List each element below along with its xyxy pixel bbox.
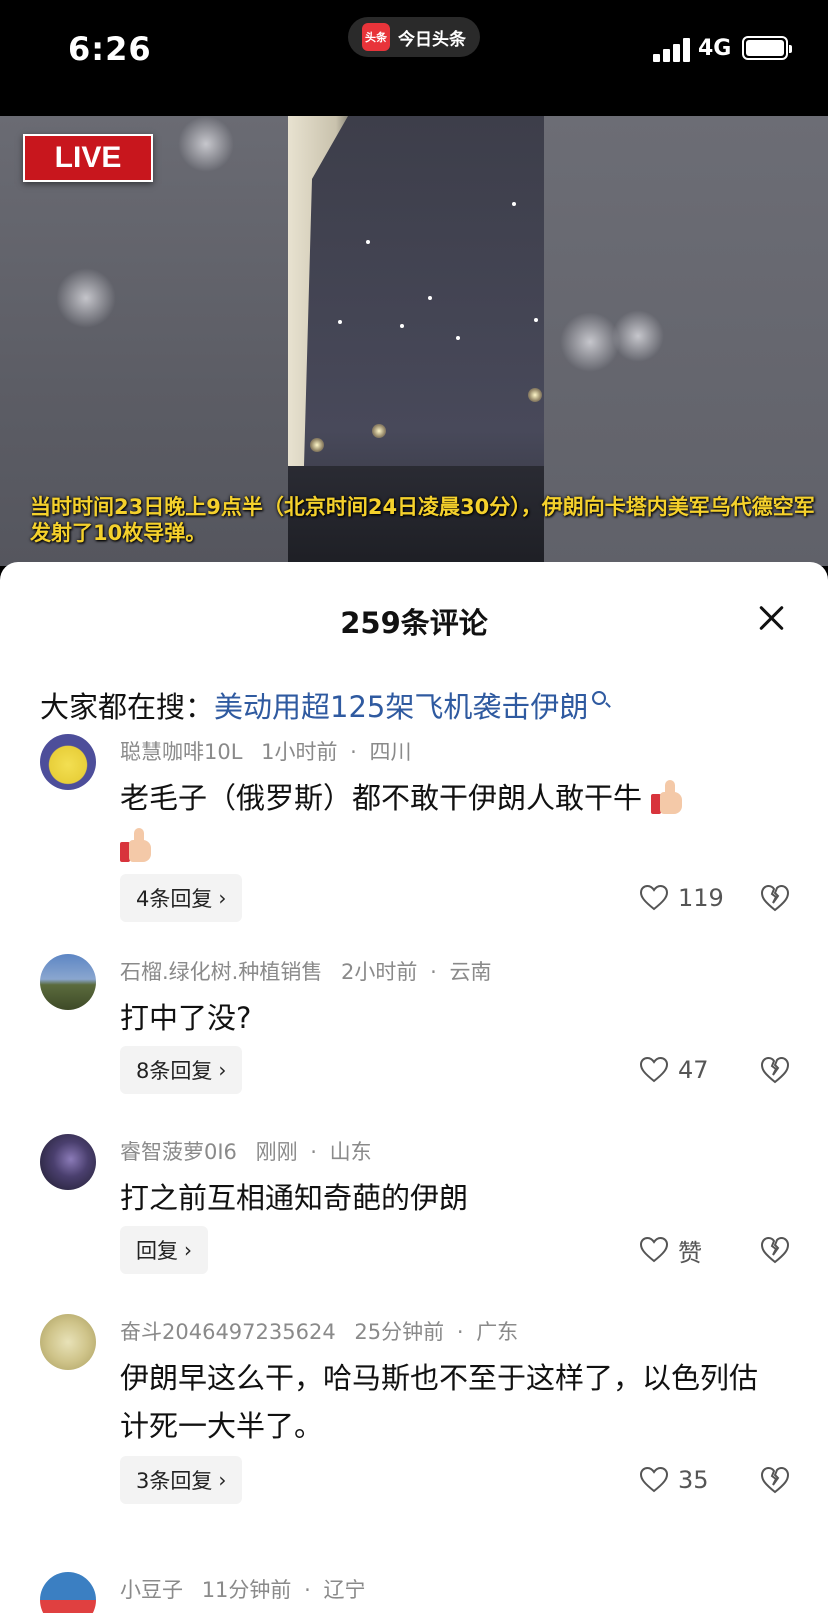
comment-location: 辽宁 bbox=[323, 1578, 366, 1602]
signal-icon bbox=[653, 38, 691, 62]
like-count: 赞 bbox=[678, 1238, 702, 1267]
comment-meta: 石榴.绿化树.种植销售 2小时前 · 云南 bbox=[120, 960, 492, 984]
comment-time: 1小时前 bbox=[261, 740, 338, 764]
light-glow bbox=[178, 116, 234, 172]
network-type: 4G bbox=[698, 36, 732, 61]
trending-search: 大家都在搜：美动用超125架飞机袭击伊朗 bbox=[40, 684, 607, 726]
battery-icon bbox=[742, 36, 792, 60]
heart-icon bbox=[640, 1057, 668, 1083]
like-button[interactable]: 119 bbox=[640, 874, 724, 922]
chevron-right-icon: › bbox=[218, 1468, 227, 1492]
missile-dot bbox=[338, 320, 342, 324]
thumbs-up-icon bbox=[651, 780, 685, 814]
comment-username[interactable]: 石榴.绿化树.种植销售 bbox=[120, 960, 322, 984]
heart-icon bbox=[640, 1237, 668, 1263]
avatar[interactable] bbox=[40, 954, 96, 1010]
avatar[interactable] bbox=[40, 1314, 96, 1370]
like-button[interactable]: 赞 bbox=[640, 1226, 702, 1274]
light-glow bbox=[612, 310, 664, 362]
trending-search-label: 大家都在搜： bbox=[40, 690, 215, 724]
comment-time: 25分钟前 bbox=[354, 1320, 445, 1344]
missile-dot bbox=[512, 202, 516, 206]
like-button[interactable]: 47 bbox=[640, 1046, 709, 1094]
comment-location: 云南 bbox=[449, 960, 492, 984]
like-count: 35 bbox=[678, 1466, 709, 1494]
status-time: 6:26 bbox=[68, 30, 152, 68]
comment-username[interactable]: 奋斗2046497235624 bbox=[120, 1320, 336, 1344]
comment-location: 四川 bbox=[369, 740, 412, 764]
comment-text: 伊朗早这么干，哈马斯也不至于这样了，以色列估计死一大半了。 bbox=[120, 1361, 759, 1443]
avatar[interactable] bbox=[40, 1572, 96, 1613]
avatar[interactable] bbox=[40, 734, 96, 790]
reply-count: 4条回复 bbox=[136, 887, 213, 911]
broken-heart-icon[interactable] bbox=[760, 1236, 790, 1264]
live-badge: LIVE bbox=[23, 134, 153, 182]
app-indicator[interactable]: 头条 今日头条 bbox=[348, 17, 480, 57]
comments-count-title: 259条评论 bbox=[340, 606, 488, 640]
comment-username[interactable]: 睿智菠萝0I6 bbox=[120, 1140, 237, 1164]
close-icon[interactable] bbox=[756, 602, 788, 634]
light-glow bbox=[56, 268, 116, 328]
thumbs-up-icon bbox=[120, 828, 154, 862]
search-icon[interactable] bbox=[592, 691, 607, 705]
view-replies-button[interactable]: 3条回复 › bbox=[120, 1456, 243, 1504]
comment-text: 打之前互相通知奇葩的伊朗 bbox=[120, 1181, 469, 1215]
app-logo: 头条 bbox=[362, 23, 390, 51]
comment-text-block: 老毛子（俄罗斯）都不敢干伊朗人敢干牛 bbox=[120, 774, 780, 870]
street-lamp bbox=[372, 424, 386, 438]
comment-meta: 奋斗2046497235624 25分钟前 · 广东 bbox=[120, 1320, 519, 1344]
view-replies-button[interactable]: 8条回复 › bbox=[120, 1046, 243, 1094]
comment-text: 打中了没? bbox=[120, 1001, 252, 1035]
chevron-right-icon: › bbox=[218, 886, 227, 910]
comments-sheet: 259条评论 大家都在搜：美动用超125架飞机袭击伊朗 聪慧咖啡10L 1小时前… bbox=[0, 562, 828, 1613]
heart-icon bbox=[640, 885, 668, 911]
missile-dot bbox=[456, 336, 460, 340]
view-replies-button[interactable]: 4条回复 › bbox=[120, 874, 243, 922]
comment-time: 2小时前 bbox=[341, 960, 418, 984]
comment-username[interactable]: 聪慧咖啡10L bbox=[120, 740, 242, 764]
broken-heart-icon[interactable] bbox=[760, 884, 790, 912]
missile-dot bbox=[400, 324, 404, 328]
status-bar: 6:26 头条 今日头条 4G bbox=[0, 0, 828, 116]
trending-search-link[interactable]: 美动用超125架飞机袭击伊朗 bbox=[214, 690, 588, 724]
missile-dot bbox=[534, 318, 538, 322]
street-lamp bbox=[310, 438, 324, 452]
reply-count: 3条回复 bbox=[136, 1469, 213, 1493]
missile-dot bbox=[428, 296, 432, 300]
comment-username[interactable]: 小豆子 bbox=[120, 1578, 183, 1602]
chevron-right-icon: › bbox=[184, 1238, 192, 1262]
comment-location: 山东 bbox=[329, 1140, 372, 1164]
comment-meta: 聪慧咖啡10L 1小时前 · 四川 bbox=[120, 740, 412, 764]
comment-text: 老毛子（俄罗斯）都不敢干伊朗人敢干牛 bbox=[120, 781, 643, 815]
light-glow bbox=[560, 312, 620, 372]
chevron-right-icon: › bbox=[218, 1058, 227, 1082]
reply-count: 8条回复 bbox=[136, 1059, 213, 1083]
avatar[interactable] bbox=[40, 1134, 96, 1190]
broken-heart-icon[interactable] bbox=[760, 1056, 790, 1084]
broken-heart-icon[interactable] bbox=[760, 1466, 790, 1494]
comment-time: 刚刚 bbox=[255, 1140, 298, 1164]
video-player[interactable]: LIVE 当时时间23日晚上9点半（北京时间24日凌晨30分），伊朗向卡塔内美军… bbox=[0, 116, 828, 566]
comment-time: 11分钟前 bbox=[201, 1578, 292, 1602]
street-lamp bbox=[528, 388, 542, 402]
like-button[interactable]: 35 bbox=[640, 1456, 709, 1504]
comment-meta: 小豆子 11分钟前 · 辽宁 bbox=[120, 1578, 366, 1602]
reply-button[interactable]: 回复 › bbox=[120, 1226, 208, 1274]
reply-label: 回复 bbox=[136, 1239, 178, 1263]
missile-dot bbox=[366, 240, 370, 244]
like-count: 119 bbox=[678, 884, 724, 912]
heart-icon bbox=[640, 1467, 668, 1493]
comment-meta: 睿智菠萝0I6 刚刚 · 山东 bbox=[120, 1140, 372, 1164]
comment-location: 广东 bbox=[476, 1320, 519, 1344]
app-name: 今日头条 bbox=[398, 29, 466, 50]
like-count: 47 bbox=[678, 1056, 709, 1084]
video-caption: 当时时间23日晚上9点半（北京时间24日凌晨30分），伊朗向卡塔内美军乌代德空军… bbox=[30, 495, 815, 545]
